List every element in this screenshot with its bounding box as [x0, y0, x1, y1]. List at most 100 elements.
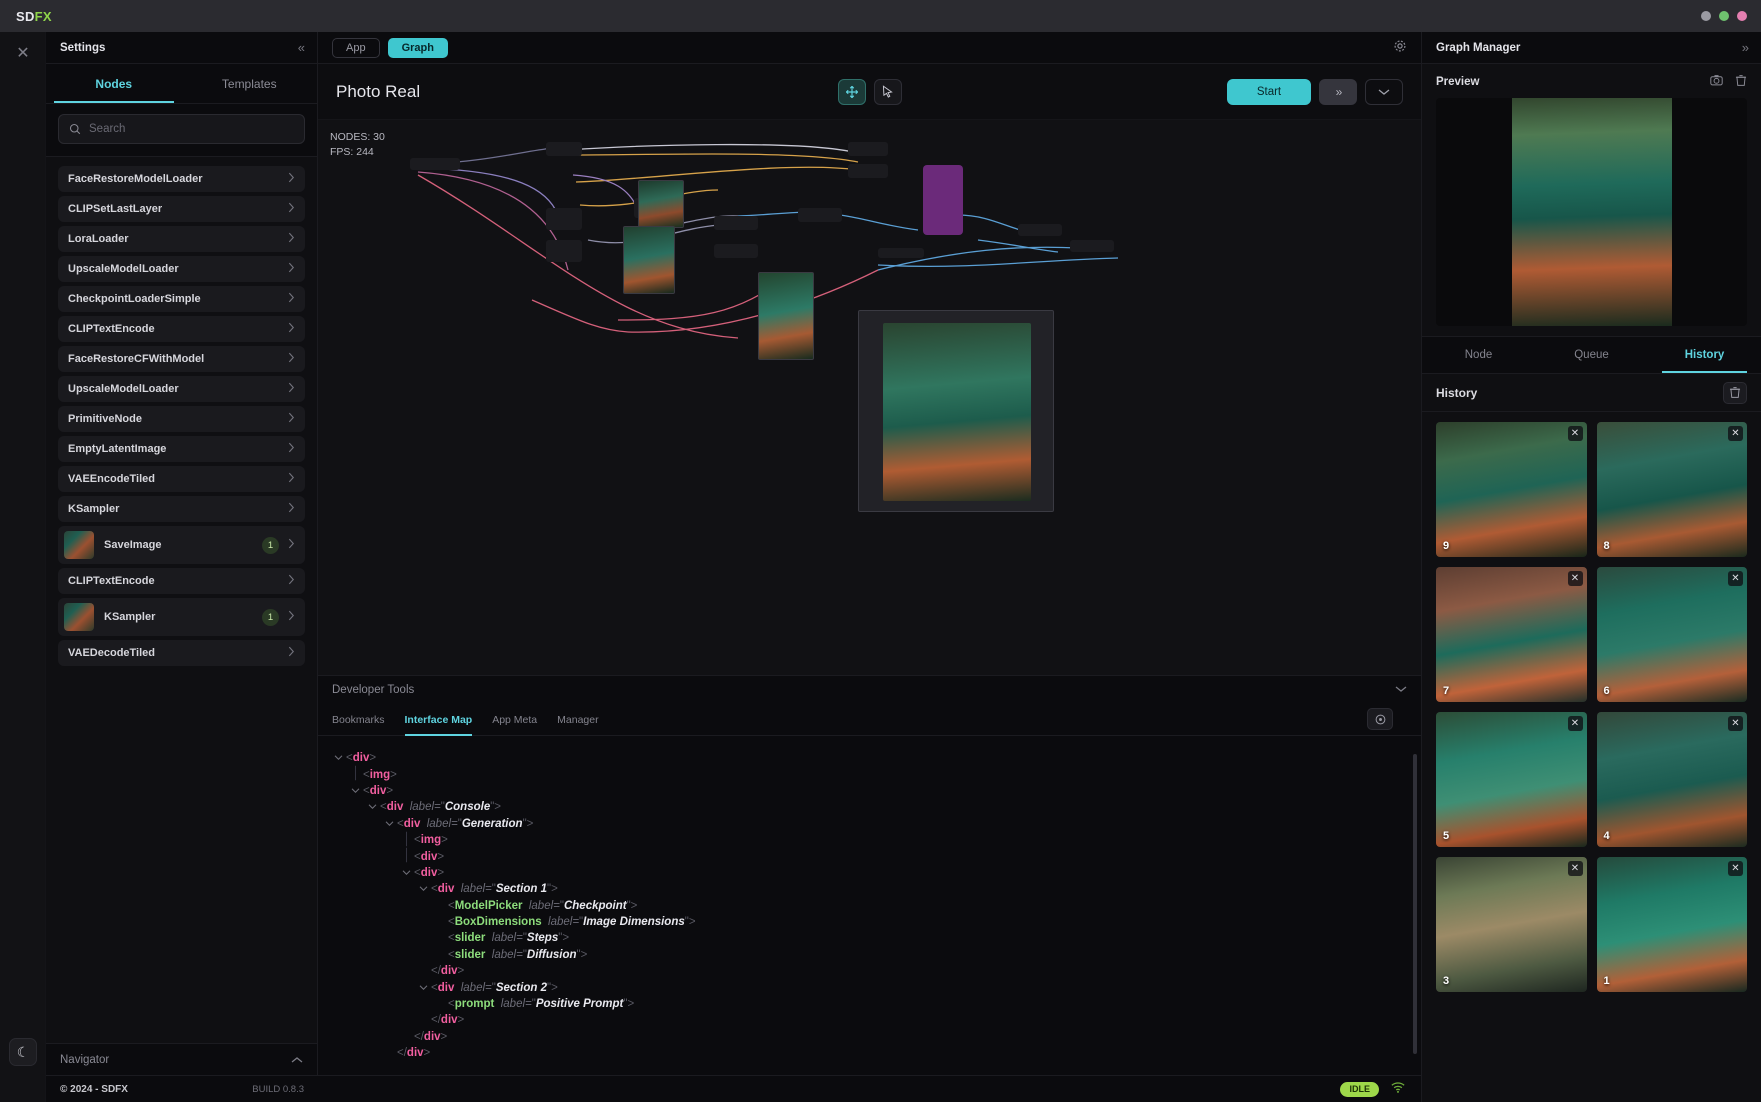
close-icon[interactable]: ✕	[1568, 571, 1583, 586]
interface-map-tree[interactable]: <div><img><div><div label="Console"><div…	[318, 736, 1421, 1061]
tab-nodes[interactable]: Nodes	[46, 64, 182, 103]
node-list-item[interactable]: CheckpointLoaderSimple	[58, 286, 305, 312]
graph-node[interactable]	[410, 158, 460, 170]
chevron-right-icon[interactable]	[288, 292, 295, 306]
history-grid[interactable]: ✕9✕8✕7✕6✕5✕4✕3✕1	[1422, 412, 1761, 1082]
window-maximize-button[interactable]	[1719, 11, 1729, 21]
tab-node[interactable]: Node	[1422, 337, 1535, 373]
chevron-right-icon[interactable]	[288, 172, 295, 186]
graph-node-highlighted[interactable]	[923, 165, 963, 235]
node-list-item[interactable]: VAEEncodeTiled	[58, 466, 305, 492]
gear-icon[interactable]	[1393, 39, 1407, 56]
node-list-item[interactable]: EmptyLatentImage	[58, 436, 305, 462]
graph-node-thumbnail[interactable]	[758, 272, 814, 360]
close-icon[interactable]: ✕	[1568, 716, 1583, 731]
graph-node[interactable]	[848, 164, 888, 178]
history-item[interactable]: ✕5	[1436, 712, 1587, 847]
chevron-down-icon[interactable]	[385, 819, 394, 829]
history-item[interactable]: ✕7	[1436, 567, 1587, 702]
chevron-right-icon[interactable]	[288, 322, 295, 336]
tree-row[interactable]: <img>	[318, 766, 1421, 782]
search-input[interactable]	[89, 123, 294, 135]
tree-row[interactable]: <slider label="Diffusion">	[318, 947, 1421, 963]
close-icon[interactable]: ✕	[1568, 426, 1583, 441]
chevron-right-icon[interactable]	[288, 646, 295, 660]
history-item[interactable]: ✕6	[1597, 567, 1748, 702]
chevron-down-icon[interactable]	[419, 884, 428, 894]
chevron-down-icon[interactable]	[1365, 79, 1403, 105]
history-item[interactable]: ✕1	[1597, 857, 1748, 992]
tab-bookmarks[interactable]: Bookmarks	[332, 704, 385, 736]
node-list-item[interactable]: CLIPTextEncode	[58, 568, 305, 594]
history-item[interactable]: ✕4	[1597, 712, 1748, 847]
chevron-down-icon[interactable]	[419, 983, 428, 993]
tree-row[interactable]: <slider label="Steps">	[318, 930, 1421, 946]
move-tool-icon[interactable]	[838, 79, 866, 105]
tree-row[interactable]: <div>	[318, 750, 1421, 766]
developer-tools-header[interactable]: Developer Tools	[318, 676, 1421, 704]
window-close-button[interactable]	[1737, 11, 1747, 21]
preview-image-container[interactable]	[1436, 98, 1747, 326]
node-list-item[interactable]: UpscaleModelLoader	[58, 376, 305, 402]
window-minimize-button[interactable]	[1701, 11, 1711, 21]
tab-templates[interactable]: Templates	[182, 64, 318, 103]
graph-node-thumbnail[interactable]	[623, 226, 675, 294]
tree-row[interactable]: </div>	[318, 1012, 1421, 1028]
chevron-right-icon[interactable]	[288, 538, 295, 552]
tree-row[interactable]: <div>	[318, 865, 1421, 881]
devtools-scrollbar[interactable]	[1413, 754, 1417, 1054]
history-item[interactable]: ✕9	[1436, 422, 1587, 557]
graph-node[interactable]	[714, 244, 758, 258]
tab-manager[interactable]: Manager	[557, 704, 598, 736]
close-icon[interactable]: ✕	[1728, 426, 1743, 441]
close-icon[interactable]: ✕	[1728, 861, 1743, 876]
chevron-right-icon[interactable]	[288, 352, 295, 366]
chevron-right-icon[interactable]	[288, 472, 295, 486]
trash-icon[interactable]	[1735, 74, 1747, 90]
graph-node-thumbnail[interactable]	[638, 180, 684, 228]
chevron-right-icon[interactable]	[288, 412, 295, 426]
graph-node[interactable]	[1070, 240, 1114, 252]
navigator-section[interactable]: Navigator	[46, 1043, 317, 1075]
node-list-item[interactable]: PrimitiveNode	[58, 406, 305, 432]
chevron-right-icon[interactable]	[288, 262, 295, 276]
node-list-item[interactable]: UpscaleModelLoader	[58, 256, 305, 282]
tree-row[interactable]: <BoxDimensions label="Image Dimensions">	[318, 914, 1421, 930]
chevrons-left-icon[interactable]: «	[298, 40, 303, 55]
node-list-item[interactable]: SaveImage1	[58, 526, 305, 564]
graph-node[interactable]	[848, 142, 888, 156]
chevron-right-icon[interactable]	[288, 202, 295, 216]
graph-node[interactable]	[714, 216, 758, 230]
tree-row[interactable]: </div>	[318, 1045, 1421, 1061]
tree-row[interactable]: <prompt label="Positive Prompt">	[318, 996, 1421, 1012]
canvas-preview-frame[interactable]	[858, 310, 1054, 512]
tab-history[interactable]: History	[1648, 337, 1761, 373]
chevron-down-icon[interactable]	[334, 753, 343, 763]
tree-row[interactable]: <img>	[318, 832, 1421, 848]
tab-graph[interactable]: Graph	[388, 38, 448, 58]
target-icon[interactable]	[1367, 708, 1393, 730]
tree-row[interactable]: <div label="Section 2">	[318, 979, 1421, 995]
search-box[interactable]	[58, 114, 305, 144]
graph-node[interactable]	[798, 208, 842, 222]
node-list-item[interactable]: VAEDecodeTiled	[58, 640, 305, 666]
graph-node[interactable]	[546, 208, 582, 230]
graph-node[interactable]	[878, 248, 924, 258]
chevron-right-icon[interactable]	[288, 502, 295, 516]
tree-row[interactable]: <div label="Console">	[318, 799, 1421, 815]
chevron-up-icon[interactable]	[291, 1052, 303, 1067]
history-item[interactable]: ✕8	[1597, 422, 1748, 557]
chevron-right-icon[interactable]	[288, 574, 295, 588]
chevrons-right-icon[interactable]: »	[1742, 40, 1747, 55]
node-list-item[interactable]: KSampler	[58, 496, 305, 522]
chevron-right-icon[interactable]	[288, 442, 295, 456]
node-list-item[interactable]: CLIPSetLastLayer	[58, 196, 305, 222]
close-icon[interactable]: ✕	[1568, 861, 1583, 876]
cursor-tool-icon[interactable]	[874, 79, 902, 105]
close-icon[interactable]: ✕	[1728, 571, 1743, 586]
tree-row[interactable]: </div>	[318, 963, 1421, 979]
chevron-down-icon[interactable]	[351, 786, 360, 796]
close-icon[interactable]: ✕	[1728, 716, 1743, 731]
clear-history-trash-icon[interactable]	[1723, 382, 1747, 404]
camera-icon[interactable]	[1710, 74, 1723, 90]
